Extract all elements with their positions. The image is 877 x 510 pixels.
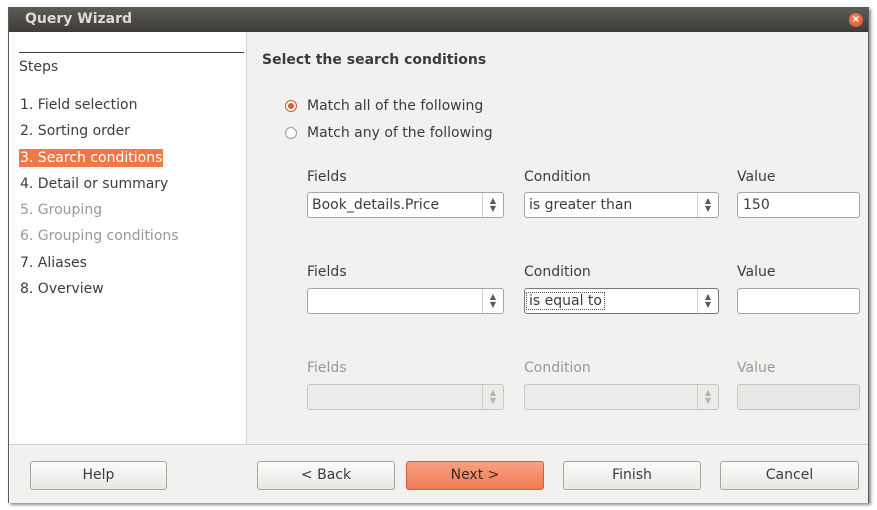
fields-label-3: Fields	[307, 360, 347, 376]
steps-title: Steps	[19, 52, 244, 81]
match-all-radio[interactable]: Match all of the following	[285, 96, 483, 116]
step-sorting-order[interactable]: 2. Sorting order	[19, 120, 180, 146]
next-button[interactable]: Next >	[406, 461, 544, 490]
condition-label-1: Condition	[524, 169, 591, 185]
match-all-label: Match all of the following	[307, 98, 484, 114]
spin-arrows-icon: ▲ ▼	[482, 385, 503, 409]
query-wizard-window: Query Wizard × Steps 1. Field selection …	[8, 7, 869, 503]
steps-sidebar: Steps 1. Field selection 2. Sorting orde…	[9, 32, 247, 444]
radio-checked-icon[interactable]	[285, 100, 297, 112]
step-field-selection[interactable]: 1. Field selection	[19, 94, 180, 120]
fields-label-1: Fields	[307, 169, 347, 185]
step-aliases[interactable]: 7. Aliases	[19, 252, 180, 278]
spin-arrows-icon[interactable]: ▲ ▼	[697, 193, 718, 217]
value-label-2: Value	[737, 264, 776, 280]
field-select-3: ▲ ▼	[307, 384, 504, 410]
title-bar[interactable]: Query Wizard ×	[9, 8, 868, 32]
steps-list: 1. Field selection 2. Sorting order 3. S…	[19, 94, 180, 304]
help-button[interactable]: Help	[30, 461, 167, 490]
button-bar: Help < Back Next > Finish Cancel	[9, 444, 868, 503]
condition-select-1[interactable]: is greater than ▲ ▼	[524, 192, 719, 218]
close-icon[interactable]: ×	[849, 13, 863, 27]
value-input-2[interactable]	[737, 288, 860, 314]
value-label-3: Value	[737, 360, 776, 376]
spin-arrows-icon[interactable]: ▲ ▼	[697, 289, 718, 313]
radio-unchecked-icon[interactable]	[285, 127, 297, 139]
page-heading: Select the search conditions	[262, 52, 487, 68]
field-select-2[interactable]: ▲ ▼	[307, 288, 504, 314]
cancel-button[interactable]: Cancel	[720, 461, 859, 490]
step-grouping-conditions: 6. Grouping conditions	[20, 228, 179, 245]
value-input-1[interactable]: 150	[737, 192, 860, 218]
spin-arrows-icon[interactable]: ▲ ▼	[482, 289, 503, 313]
condition-select-2[interactable]: is equal to ▲ ▼	[524, 288, 719, 314]
condition-select-3: ▲ ▼	[524, 384, 719, 410]
spin-arrows-icon[interactable]: ▲ ▼	[482, 193, 503, 217]
window-title: Query Wizard	[25, 11, 133, 27]
back-button[interactable]: < Back	[257, 461, 395, 490]
spin-arrows-icon: ▲ ▼	[697, 385, 718, 409]
condition-label-2: Condition	[524, 264, 591, 280]
match-any-radio[interactable]: Match any of the following	[285, 123, 493, 143]
value-input-3	[737, 384, 860, 410]
finish-button[interactable]: Finish	[563, 461, 701, 490]
condition-select-2-value: is equal to	[526, 292, 605, 310]
step-overview[interactable]: 8. Overview	[19, 278, 180, 304]
step-detail-or-summary[interactable]: 4. Detail or summary	[19, 173, 180, 199]
value-label-1: Value	[737, 169, 776, 185]
fields-label-2: Fields	[307, 264, 347, 280]
field-select-1-value: Book_details.Price	[312, 197, 440, 213]
match-any-label: Match any of the following	[307, 125, 493, 141]
step-search-conditions[interactable]: 3. Search conditions	[19, 147, 180, 173]
field-select-1[interactable]: Book_details.Price ▲ ▼	[307, 192, 504, 218]
condition-select-1-value: is greater than	[529, 197, 633, 213]
step-grouping: 5. Grouping	[20, 202, 103, 219]
condition-label-3: Condition	[524, 360, 591, 376]
